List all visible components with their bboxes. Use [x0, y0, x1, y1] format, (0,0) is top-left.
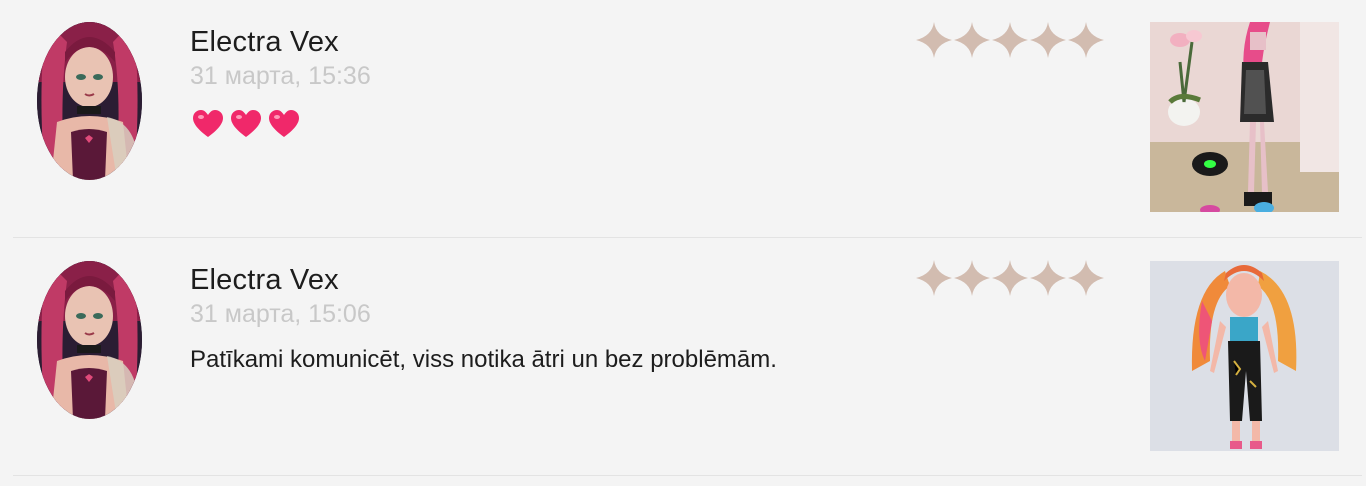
review-date: 31 марта, 15:06	[190, 300, 371, 328]
review-date: 31 марта, 15:36	[190, 62, 371, 90]
review-item: Electra Vex 31 марта, 15:36	[13, 0, 1362, 238]
avatar[interactable]	[37, 261, 142, 419]
star-icon	[1068, 260, 1104, 296]
review-photo[interactable]	[1150, 22, 1339, 212]
avatar[interactable]	[37, 22, 142, 180]
star-icon	[992, 260, 1028, 296]
review-author[interactable]: Electra Vex	[190, 26, 339, 59]
heart-emoji-icon	[231, 110, 261, 137]
heart-emoji-icon	[193, 110, 223, 137]
rating-stars	[916, 22, 1104, 58]
rating-stars	[916, 260, 1104, 296]
star-icon	[1030, 260, 1066, 296]
reviews-list: Electra Vex 31 марта, 15:36 Electra Vex …	[0, 0, 1366, 486]
star-icon	[916, 260, 952, 296]
review-text: Patīkami komunicēt, viss notika ātri un …	[190, 346, 777, 373]
review-photo[interactable]	[1150, 261, 1339, 451]
star-icon	[1030, 22, 1066, 58]
review-author[interactable]: Electra Vex	[190, 264, 339, 297]
heart-emoji-icon	[269, 110, 299, 137]
star-icon	[1068, 22, 1104, 58]
review-item: Electra Vex 31 марта, 15:06 Patīkami kom…	[13, 238, 1362, 476]
star-icon	[954, 260, 990, 296]
star-icon	[954, 22, 990, 58]
star-icon	[992, 22, 1028, 58]
star-icon	[916, 22, 952, 58]
review-emoji-text	[193, 110, 299, 138]
